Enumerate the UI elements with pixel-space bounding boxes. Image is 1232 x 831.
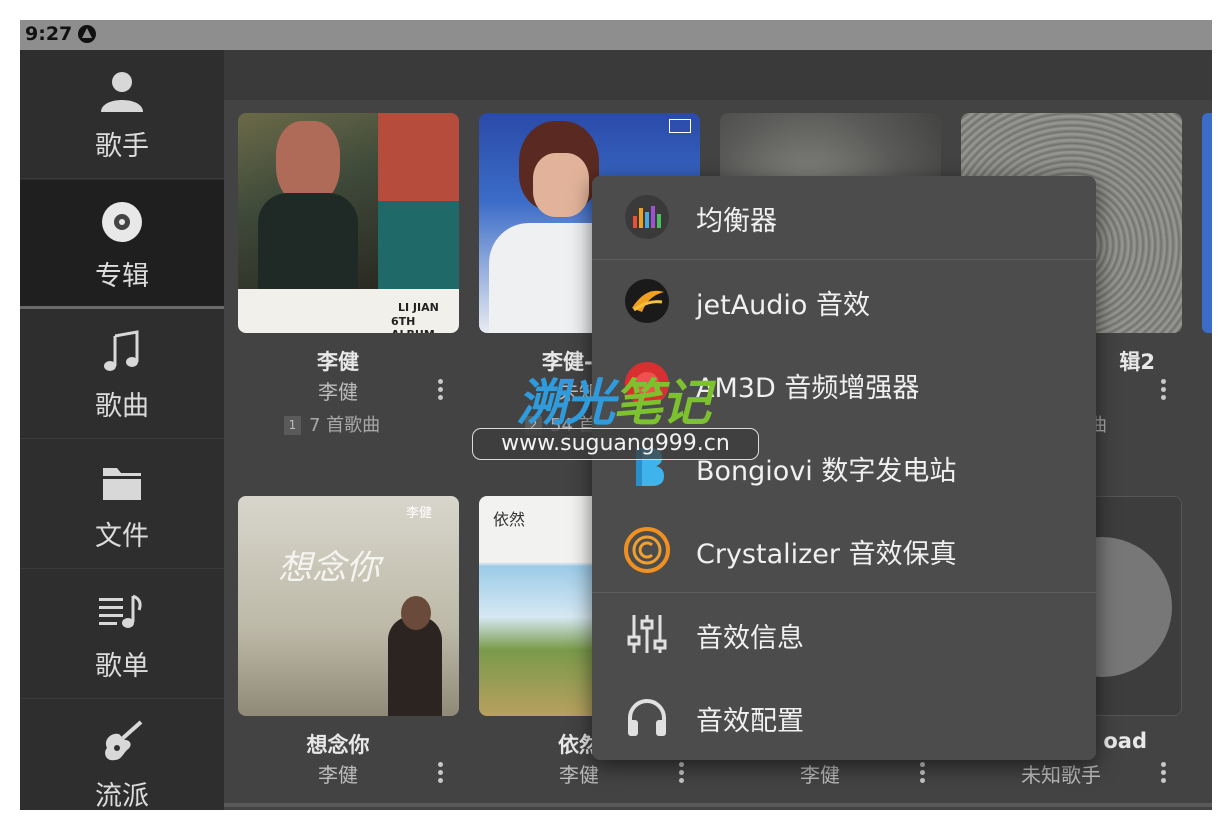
watermark-logo: 溯光笔记 <box>517 363 711 435</box>
track-count-badge: 1 <box>284 416 301 435</box>
album-artist: 未知歌手 <box>1021 763 1101 787</box>
menu-item-equalizer[interactable]: 均衡器 <box>592 176 1096 259</box>
more-options-icon[interactable] <box>679 762 685 784</box>
sidebar-item-label: 专辑 <box>95 261 149 292</box>
status-time: 9:27 <box>25 23 73 45</box>
status-bar: 9:27 <box>20 20 1212 50</box>
android-notification-icon <box>78 25 96 43</box>
sidebar-item-label: 流派 <box>95 781 149 810</box>
equalizer-icon <box>625 195 669 239</box>
album-cover-partial[interactable] <box>1202 113 1212 333</box>
sidebar-item-artists[interactable]: 歌手 <box>20 50 224 179</box>
more-options-icon[interactable] <box>920 762 926 784</box>
sidebar-item-label: 歌曲 <box>95 391 149 422</box>
album-artist: 李健 <box>800 763 840 787</box>
cover-text: 想念你 <box>278 548 380 588</box>
disc-icon <box>102 202 142 242</box>
menu-item-effect-config[interactable]: 音效配置 <box>592 676 1096 759</box>
album-cover[interactable]: LI JIAN 6TH ALBUM <box>238 113 459 333</box>
scroll-indicator <box>224 803 1212 807</box>
menu-item-label: 均衡器 <box>696 206 777 237</box>
album-cover[interactable]: 想念你 李健 <box>238 496 459 716</box>
app-window: 9:27 歌手 专辑 歌曲 文件 歌单 流派 LI JIAN 6TH 李健 李健… <box>20 20 1212 810</box>
menu-item-label: 音效配置 <box>696 706 804 737</box>
more-options-icon[interactable] <box>1161 762 1167 784</box>
cover-text: LI JIAN <box>398 301 439 314</box>
more-options-icon[interactable] <box>1161 379 1167 401</box>
watermark-logo-part1: 溯光 <box>517 374 615 432</box>
sidebar-item-genres[interactable]: 流派 <box>20 700 224 810</box>
menu-item-crystalizer[interactable]: Crystalizer 音效保真 <box>592 509 1096 592</box>
cover-text: 李健 <box>406 506 433 521</box>
menu-item-jetaudio[interactable]: jetAudio 音效 <box>592 260 1096 343</box>
more-options-icon[interactable] <box>438 379 444 401</box>
sidebar-item-files[interactable]: 文件 <box>20 440 224 569</box>
menu-item-label: 音效信息 <box>696 623 804 654</box>
menu-item-label: AM3D 音频增强器 <box>696 373 920 404</box>
album-artist: 李健 <box>318 380 358 404</box>
guitar-icon <box>105 720 143 761</box>
sidebar: 歌手 专辑 歌曲 文件 歌单 流派 <box>20 50 224 810</box>
sidebar-item-albums[interactable]: 专辑 <box>20 180 224 309</box>
track-count-label: 7 首歌曲 <box>309 415 381 436</box>
audio-effects-menu: 均衡器 jetAudio 音效 AM3D 音频增强器 Bongiovi 数字发电… <box>592 176 1096 760</box>
music-note-icon <box>104 330 139 371</box>
sidebar-item-label: 歌手 <box>95 131 149 162</box>
watermark-url: www.suguang999.cn <box>472 428 759 460</box>
menu-item-label: jetAudio 音效 <box>696 290 871 321</box>
headphones-icon <box>628 699 666 736</box>
album-artist: 李健 <box>318 763 358 787</box>
folder-icon <box>103 468 141 500</box>
cover-text: 6TH ALBUM <box>391 315 435 333</box>
sidebar-item-label: 文件 <box>95 521 149 552</box>
album-artist: 李健 <box>559 763 599 787</box>
cover-text: 依然 <box>493 510 526 529</box>
menu-item-effect-info[interactable]: 音效信息 <box>592 593 1096 676</box>
album-title: 想念你 <box>306 733 370 757</box>
playlist-icon <box>99 594 142 628</box>
menu-item-label: Crystalizer 音效保真 <box>696 539 957 570</box>
track-count: 1 7 首歌曲 <box>284 411 380 437</box>
sidebar-item-label: 歌单 <box>95 651 149 682</box>
crystalizer-icon <box>624 527 670 573</box>
more-options-icon[interactable] <box>438 762 444 784</box>
sidebar-item-playlists[interactable]: 歌单 <box>20 570 224 699</box>
person-icon <box>101 72 143 112</box>
jetaudio-icon <box>625 279 669 323</box>
top-bar <box>224 50 1212 100</box>
album-title: 李健 <box>317 350 359 374</box>
watermark-logo-part2: 笔记 <box>613 374 711 432</box>
sliders-icon <box>627 615 667 653</box>
sidebar-item-songs[interactable]: 歌曲 <box>20 310 224 439</box>
